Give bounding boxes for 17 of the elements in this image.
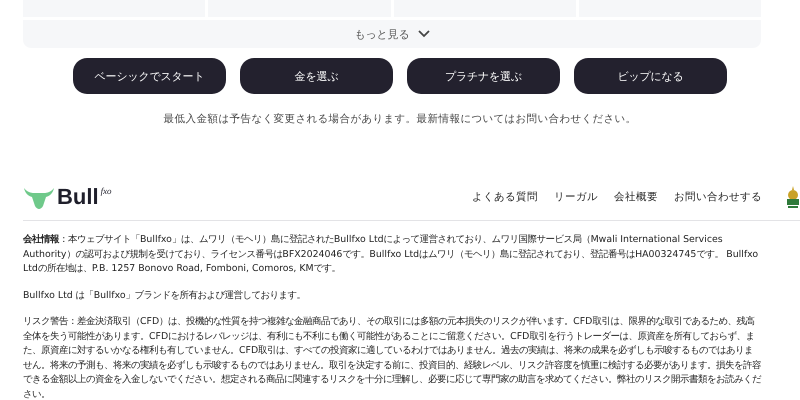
show-more-button[interactable]: もっと見る: [23, 20, 761, 48]
plan-button[interactable]: プラチナを選ぶ: [407, 58, 560, 94]
footer-link[interactable]: リーガル: [554, 190, 598, 204]
logo-text: Bull: [57, 184, 99, 210]
plan-button[interactable]: ビップになる: [574, 58, 727, 94]
legal-paragraph: 会社情報：本ウェブサイト「Bullfxo」は、ムワリ（モヘリ）島に登記されたBullfxo Ltdによって運営されており、ムワリ国際サービス局（Mwali International Services Authority）の認可および規制を受けており、ライセンス番号はBFX2024046です。Bullfxo Ltdはムワリ（モヘリ）島に登記されており、登記番号はHA00324745です。 Bullfxo Ltdの所在地は、P.B. 1257 Bonovo Road, Fomboni, Comoros, KMです。: [23, 233, 760, 276]
deposit-note: 最低入金額は予告なく変更される場合があります。最新情報についてはお問い合わせください。: [162, 112, 638, 126]
legal-paragraph: リスク警告：差金決済取引（CFD）は、投機的な性質を持つ複雑な金融商品であり、その取引には多額の元本損失のリスクが伴います。CFD取引は、限界的な取引であるため、残高全体を失う可能性があります。CFDにおけるレバレッジは、有利にも不利にも働く可能性があることにご留意ください。CFD取引を行うトレーダーは、原資産を所有しておらず、また、原資産に対するいかなる権利も有していません。CFD取引は、すべての投資家に適しているわけではありません。過去の実績は、将来の成果を必ずしも示唆するものではありません。将来の予測も、将来の実績を必ずしも示唆するものではありません。取引を決定する前に、投資目的、経験レベル、リスク許容度を慎重に検討する必要があります。損失を許容できる金額以上の資金を入金しないでください。想定される商品に関連するリスクを十分に理解し、必要に応じて専門家の助言を求めてください。弊社のリスク開示書類をお読みください。: [23, 315, 762, 400]
legal-paragraph: Bullfxo Ltd は「Bullfxo」ブランドを所有および運営しております。: [23, 288, 307, 302]
footer-link[interactable]: お問い合わせする: [674, 190, 762, 204]
footer-link[interactable]: よくある質問: [472, 190, 538, 204]
plan-button[interactable]: ベーシックでスタート: [73, 58, 226, 94]
chevron-down-icon: [418, 30, 430, 38]
emblem-icon: [786, 185, 800, 209]
plan-button[interactable]: 金を選ぶ: [240, 58, 393, 94]
logo-suffix: fxo: [100, 186, 112, 196]
footer-link[interactable]: 会社概要: [614, 190, 658, 204]
